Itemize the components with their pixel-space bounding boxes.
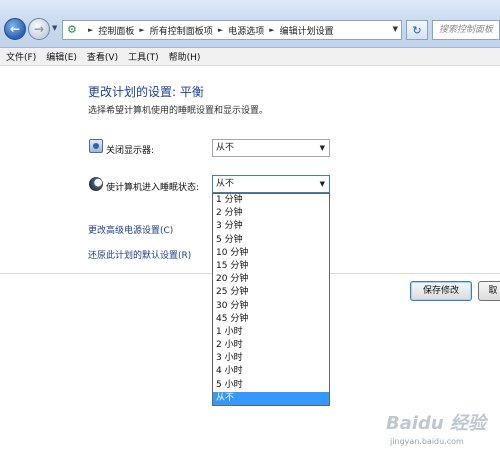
sleep-dropdown-list: 1 分钟 2 分钟 3 分钟 5 分钟 10 分钟 15 分钟 20 分钟 25… (212, 193, 330, 406)
dropdown-option[interactable]: 1 小时 (213, 326, 329, 339)
page-subtitle: 选择希望计算机使用的睡眠设置和显示设置。 (88, 106, 269, 116)
main-content: 更改计划的设置: 平衡 选择希望计算机使用的睡眠设置和显示设置。 关闭显示器: … (0, 67, 500, 456)
dropdown-option[interactable]: 4 小时 (213, 365, 329, 378)
dropdown-option[interactable]: 45 分钟 (213, 313, 329, 326)
display-off-label: 关闭显示器: (106, 146, 155, 156)
baidu-watermark: Baidu 经验 jingyan.baidu.com (386, 409, 498, 451)
dropdown-option[interactable]: 2 小时 (213, 339, 329, 352)
address-bar: ← → ▼ ⚙ ► 控制面板 ► 所有控制面板项 ► 电源选项 ► 编辑计划设置… (0, 0, 500, 48)
dropdown-option[interactable]: 10 分钟 (213, 247, 329, 260)
menu-file[interactable]: 文件(F) (6, 50, 36, 63)
monitor-icon (89, 139, 103, 153)
sleep-label: 使计算机进入睡眠状态: (106, 183, 200, 193)
dropdown-option[interactable]: 25 分钟 (213, 286, 329, 299)
dropdown-option[interactable]: 3 分钟 (213, 220, 329, 233)
breadcrumb-all-items[interactable]: 所有控制面板项 (150, 24, 213, 37)
dropdown-option[interactable]: 5 小时 (213, 379, 329, 392)
chevron-down-icon[interactable]: ▼ (393, 25, 398, 33)
sleep-moon-icon (89, 177, 103, 191)
menu-help[interactable]: 帮助(H) (169, 50, 201, 63)
dropdown-option[interactable]: 从不 (213, 391, 329, 405)
chevron-right-icon[interactable]: ► (139, 26, 144, 34)
advanced-power-settings-link[interactable]: 更改高级电源设置(C) (88, 223, 173, 236)
sleep-select[interactable]: 从不 ▼ (212, 175, 330, 193)
back-button[interactable]: ← (4, 18, 26, 40)
dropdown-option[interactable]: 15 分钟 (213, 260, 329, 273)
chevron-down-icon: ▼ (319, 144, 325, 152)
dropdown-option[interactable]: 5 分钟 (213, 234, 329, 247)
search-input[interactable]: 搜索控制面板 (432, 20, 500, 40)
dropdown-option[interactable]: 20 分钟 (213, 273, 329, 286)
restore-defaults-link[interactable]: 还原此计划的默认设置(R) (88, 248, 191, 261)
breadcrumb-control-panel[interactable]: 控制面板 (98, 24, 134, 37)
dropdown-option[interactable]: 3 小时 (213, 352, 329, 365)
chevron-right-icon[interactable]: ► (88, 26, 93, 34)
arrow-right-icon: → (33, 22, 45, 36)
menu-tools[interactable]: 工具(T) (128, 50, 159, 63)
watermark-url: jingyan.baidu.com (390, 437, 464, 446)
dropdown-option[interactable]: 30 分钟 (213, 300, 329, 313)
menu-edit[interactable]: 编辑(E) (46, 50, 77, 63)
menu-view[interactable]: 查看(V) (87, 50, 118, 63)
control-panel-icon: ⚙ (67, 23, 77, 36)
cancel-button[interactable]: 取 (478, 281, 500, 301)
sleep-value: 从不 (216, 179, 235, 189)
display-off-select[interactable]: 从不 ▼ (212, 139, 330, 157)
forward-button[interactable]: → (28, 18, 50, 40)
display-off-value: 从不 (216, 143, 235, 153)
dropdown-option[interactable]: 1 分钟 (213, 194, 329, 207)
save-button[interactable]: 保存修改 (410, 281, 472, 301)
breadcrumb-edit-plan[interactable]: 编辑计划设置 (280, 24, 334, 37)
menu-bar: 文件(F) 编辑(E) 查看(V) 工具(T) 帮助(H) (0, 48, 500, 66)
breadcrumb[interactable]: ⚙ ► 控制面板 ► 所有控制面板项 ► 电源选项 ► 编辑计划设置 ▼ (62, 20, 402, 40)
baidu-logo: Baidu 经验 (386, 413, 487, 434)
refresh-icon: ↻ (412, 23, 422, 37)
arrow-left-icon: ← (9, 22, 21, 36)
dropdown-option[interactable]: 2 分钟 (213, 207, 329, 220)
refresh-button[interactable]: ↻ (406, 20, 428, 40)
page-title: 更改计划的设置: 平衡 (88, 85, 204, 99)
breadcrumb-power-options[interactable]: 电源选项 (228, 24, 264, 37)
chevron-down-icon: ▼ (319, 180, 325, 188)
chevron-right-icon[interactable]: ► (218, 26, 223, 34)
chevron-right-icon[interactable]: ► (269, 26, 274, 34)
history-dropdown-icon[interactable]: ▼ (52, 24, 57, 32)
